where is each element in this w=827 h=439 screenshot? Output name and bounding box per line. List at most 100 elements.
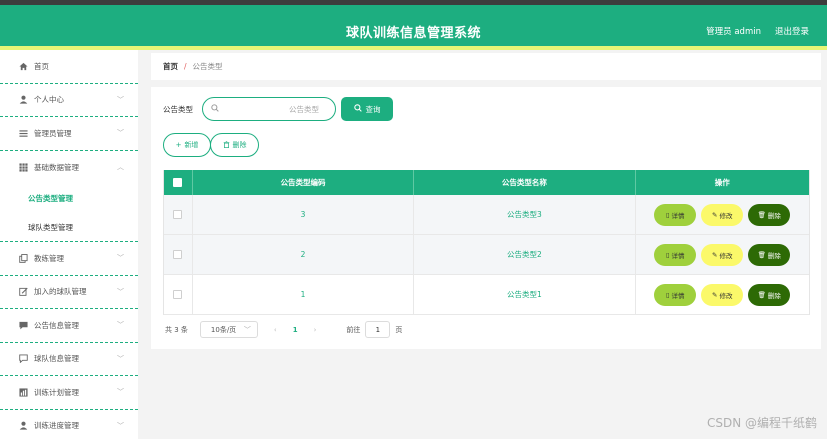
cell-name: 公告类型3 [414,195,636,234]
search-input[interactable] [219,104,319,114]
row-checkbox[interactable] [173,290,183,299]
sidebar-item-basic-data[interactable]: 基础数据管理 ︿ [0,151,138,185]
table-header: 公告类型编码 公告类型名称 操作 [164,170,809,195]
header-right: 管理员 admin 退出登录 [706,25,809,37]
search-icon [211,104,219,114]
prev-page-button[interactable]: ‹ [274,326,277,334]
batch-delete-button[interactable]: 删除 [210,133,259,157]
cell-name: 公告类型1 [414,275,636,314]
sidebar-item-home[interactable]: 首页 [0,50,138,84]
breadcrumb-current: 公告类型 [192,62,223,71]
sidebar-item-training-plan[interactable]: 训练计划管理 ﹀ [0,376,138,410]
cell-code: 3 [193,195,415,234]
table-row: 3 公告类型3 ▯ 详情 ✎ 修改 🗑 删除 [164,195,809,235]
add-button[interactable]: + 新增 [163,133,211,157]
sidebar-item-coach[interactable]: 教练管理 ﹀ [0,242,138,276]
search-icon [353,104,362,114]
row-checkbox-cell [164,195,193,234]
sidebar-item-label: 首页 [34,61,49,71]
edit-label: 修改 [719,291,733,300]
pagination: 共 3 条 10条/页 ﹀ ‹ 1 › 前往 1 页 [165,321,402,338]
delete-button[interactable]: 🗑 删除 [748,243,791,266]
edit-label: 修改 [719,211,733,220]
edit-label: 修改 [719,251,733,260]
pencil-icon: ✎ [712,250,718,259]
remove-label: 删除 [767,291,781,300]
message-icon [18,320,28,330]
detail-button[interactable]: ▯ 详情 [654,243,697,266]
trash-icon: 🗑 [757,290,766,299]
sidebar: 首页 个人中心 ﹀ 管理员管理 ﹀ 基础数据管理 ︿ 公告类型管理 球队类型管理… [0,50,138,439]
row-checkbox[interactable] [173,250,183,259]
query-button[interactable]: 查询 [341,97,393,121]
user-icon [18,421,28,431]
chevron-down-icon: ﹀ [117,129,124,137]
edit-button[interactable]: ✎ 修改 [701,243,744,266]
home-icon [18,61,28,71]
edit-button[interactable]: ✎ 修改 [701,283,744,306]
trash-icon: 🗑 [757,210,766,219]
chevron-down-icon: ﹀ [117,388,124,396]
row-checkbox-cell [164,275,193,314]
sidebar-item-team-info[interactable]: 球队信息管理 ﹀ [0,343,138,376]
sidebar-item-label: 基础数据管理 [34,162,79,172]
table-row: 2 公告类型2 ▯ 详情 ✎ 修改 🗑 删除 [164,235,809,275]
goto-label: 前往 [346,325,361,334]
sidebar-item-profile[interactable]: 个人中心 ﹀ [0,84,138,117]
chevron-down-icon: ﹀ [243,325,251,334]
trash-icon [223,140,230,150]
goto-page-input[interactable]: 1 [365,321,391,338]
cell-name: 公告类型2 [414,235,636,274]
page-number[interactable]: 1 [293,326,298,334]
select-all-checkbox[interactable] [173,178,183,187]
copy-icon [18,253,28,263]
pagination-total: 共 3 条 [165,325,188,334]
delete-button[interactable]: 🗑 删除 [748,283,791,306]
delete-button-label: 删除 [232,141,247,149]
chart-icon [18,387,28,397]
sidebar-item-training-progress[interactable]: 训练进度管理 ﹀ [0,410,138,439]
chevron-down-icon: ﹀ [117,95,124,104]
detail-label: 详情 [671,291,685,300]
row-checkbox[interactable] [173,210,183,219]
sidebar-item-notice[interactable]: 公告信息管理 ﹀ [0,309,138,343]
sidebar-item-label: 训练进度管理 [34,421,79,431]
grid-icon [18,162,28,172]
search-label: 公告类型 [163,105,193,114]
data-table: 公告类型编码 公告类型名称 操作 3 公告类型3 ▯ 详情 ✎ 修改 🗑 删除 2 公… [163,170,810,315]
trash-icon: 🗑 [757,250,766,259]
sidebar-item-joined-team[interactable]: 加入的球队管理 ﹀ [0,276,138,309]
breadcrumb-home[interactable]: 首页 [163,61,178,72]
delete-button[interactable]: 🗑 删除 [748,203,791,226]
detail-button[interactable]: ▯ 详情 [654,283,697,306]
plus-icon: + [175,141,182,149]
app-header: 球队训练信息管理系统 管理员 admin 退出登录 [0,5,827,46]
sidebar-item-label: 球队信息管理 [34,354,79,364]
chevron-down-icon: ﹀ [117,321,124,329]
page-size-select[interactable]: 10条/页 ﹀ [199,321,258,338]
chevron-down-icon: ﹀ [117,421,124,430]
goto-unit: 页 [395,325,403,334]
next-page-button[interactable]: › [314,326,317,334]
logout-link[interactable]: 退出登录 [775,25,809,37]
pencil-icon: ✎ [712,210,718,219]
sidebar-item-label: 教练管理 [34,253,64,263]
sidebar-item-label: 加入的球队管理 [34,287,87,297]
cell-ops: ▯ 详情 ✎ 修改 🗑 删除 [636,275,809,314]
remove-label: 删除 [767,251,781,260]
column-header-code: 公告类型编码 [193,170,415,195]
chevron-down-icon: ﹀ [117,287,124,296]
sidebar-item-admin[interactable]: 管理员管理 ﹀ [0,117,138,151]
app-title: 球队训练信息管理系统 [345,26,481,41]
edit-button[interactable]: ✎ 修改 [701,203,744,226]
submenu-team-type[interactable]: 球队类型管理 [0,213,138,242]
detail-button[interactable]: ▯ 详情 [654,203,697,226]
submenu-notice-type[interactable]: 公告类型管理 [0,184,138,213]
page-size-value: 10条/页 [210,325,237,334]
document-icon: ▯ [665,250,670,259]
cell-code: 1 [193,275,415,314]
pencil-icon: ✎ [712,290,718,299]
current-user[interactable]: 管理员 admin [706,25,761,37]
detail-label: 详情 [671,251,685,260]
cell-ops: ▯ 详情 ✎ 修改 🗑 删除 [636,195,809,234]
